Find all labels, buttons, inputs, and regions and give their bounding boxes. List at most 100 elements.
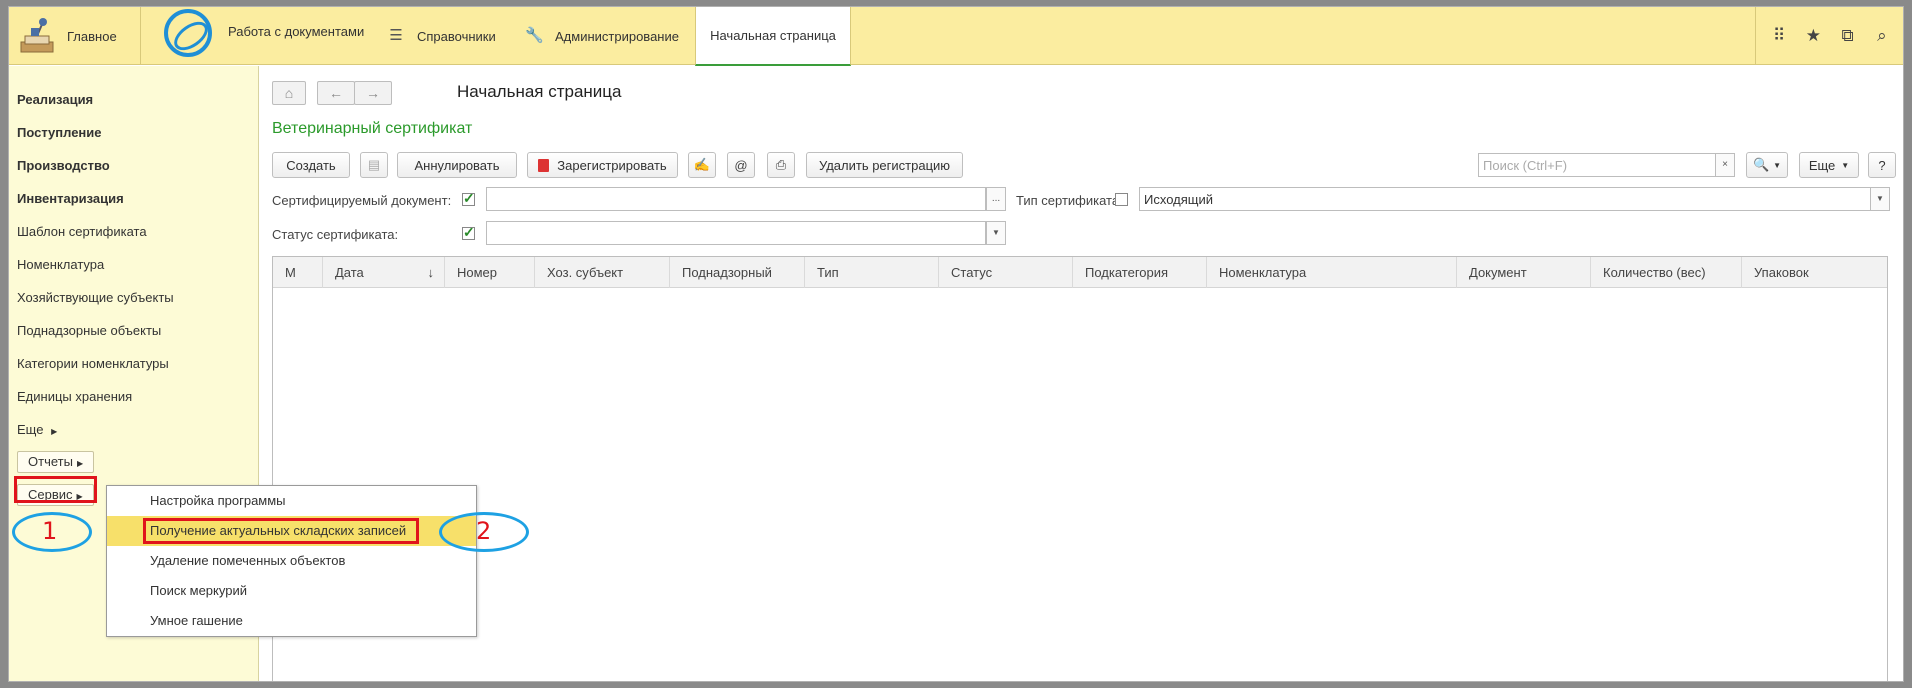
reports-label: Отчеты xyxy=(28,454,73,469)
sidebar-item-more[interactable]: Еще ▶ xyxy=(17,422,57,437)
status-filter-checkbox[interactable] xyxy=(462,224,475,241)
chevron-down-icon: ▼ xyxy=(1841,160,1850,170)
status-filter-input[interactable] xyxy=(486,221,986,245)
documents-logo-icon xyxy=(164,9,212,57)
search-icon[interactable]: ⌕ xyxy=(1868,26,1896,46)
sidebar-item-nomenclature[interactable]: Номенклатура xyxy=(17,257,104,272)
sidebar-item-receipts[interactable]: Поступление xyxy=(17,125,102,140)
register-button[interactable]: Зарегистрировать xyxy=(527,152,678,178)
tab-home-page-label: Начальная страница xyxy=(710,28,836,43)
service-highlight-box xyxy=(14,476,97,503)
col-subcategory[interactable]: Подкатегория xyxy=(1073,257,1207,288)
type-filter-dropdown[interactable]: ▼ xyxy=(1870,187,1890,211)
print-button[interactable]: ⎙ xyxy=(767,152,795,178)
doc-filter-select-button[interactable]: ... xyxy=(986,187,1006,211)
status-filter-dropdown[interactable]: ▼ xyxy=(986,221,1006,245)
apps-grid-icon[interactable]: ⠿ xyxy=(1765,26,1793,46)
printer-icon: ⎙ xyxy=(775,157,787,172)
triangle-right-icon: ▶ xyxy=(76,459,84,468)
col-nomenclature[interactable]: Номенклатура xyxy=(1207,257,1457,288)
doc-filter-checkbox[interactable] xyxy=(462,190,475,207)
col-status[interactable]: Статус xyxy=(939,257,1073,288)
section-main-label: Главное xyxy=(67,28,117,44)
chevron-down-icon: ▼ xyxy=(1876,194,1884,203)
clear-search-button[interactable]: × xyxy=(1715,153,1735,177)
col-packages[interactable]: Упаковок xyxy=(1742,257,1889,288)
col-quantity[interactable]: Количество (вес) xyxy=(1591,257,1742,288)
search-input[interactable]: Поиск (Ctrl+F) xyxy=(1478,153,1716,177)
type-filter-input[interactable]: Исходящий xyxy=(1139,187,1871,211)
status-filter-label: Статус сертификата: xyxy=(272,227,399,242)
section-documents[interactable]: Работа с документами xyxy=(152,7,377,65)
table-header: М Дата ↓ Номер Хоз. субъект Поднадзорный… xyxy=(273,257,1887,288)
forward-button[interactable]: → xyxy=(354,81,392,105)
doc-filter-input[interactable] xyxy=(486,187,986,211)
section-references-label: Справочники xyxy=(417,28,496,44)
top-bar: Главное Работа с документами ☰ Справочни… xyxy=(9,7,1903,66)
chevron-down-icon: ▼ xyxy=(992,228,1000,237)
more-button[interactable]: Еще ▼ xyxy=(1799,152,1859,178)
annotation-number-2: 2 xyxy=(476,517,492,545)
back-button[interactable]: ← xyxy=(317,81,355,105)
col-business-entity[interactable]: Хоз. субъект xyxy=(535,257,670,288)
sidebar-item-certificate-template[interactable]: Шаблон сертификата xyxy=(17,224,147,239)
col-type[interactable]: Тип xyxy=(805,257,939,288)
delete-registration-button[interactable]: Удалить регистрацию xyxy=(806,152,963,178)
sidebar-item-business-entities[interactable]: Хозяйствующие субъекты xyxy=(17,290,174,305)
star-icon[interactable]: ★ xyxy=(1799,26,1827,46)
help-button[interactable]: ? xyxy=(1868,152,1896,178)
section-references[interactable]: ☰ Справочники xyxy=(387,7,525,65)
sidebar-item-nomenclature-categories[interactable]: Категории номенклатуры xyxy=(17,356,169,371)
col-document[interactable]: Документ xyxy=(1457,257,1591,288)
sidebar-more-label: Еще xyxy=(17,422,44,437)
menu-item-get-warehouse-records[interactable]: Получение актуальных складских записей xyxy=(107,516,476,546)
annul-button[interactable]: Аннулировать xyxy=(397,152,517,178)
top-right-tools: ⠿ ★ ⧉ ⌕ xyxy=(1755,7,1903,65)
sidebar-item-storage-units[interactable]: Единицы хранения xyxy=(17,389,132,404)
sign-button[interactable]: ✍ xyxy=(688,152,716,178)
home-icon: ⌂ xyxy=(284,85,294,101)
close-icon: × xyxy=(1722,159,1728,170)
highlight-box xyxy=(143,518,419,544)
reports-button[interactable]: Отчеты ▶ xyxy=(17,451,95,473)
pen-icon: ✍ xyxy=(693,157,711,172)
section-administration-label: Администрирование xyxy=(555,28,679,44)
tab-home-page[interactable]: Начальная страница xyxy=(695,7,851,66)
menu-item-delete-marked[interactable]: Удаление помеченных объектов xyxy=(107,546,476,576)
sidebar-item-production[interactable]: Производство xyxy=(17,158,110,173)
type-filter-checkbox[interactable] xyxy=(1115,193,1128,206)
email-button[interactable]: @ xyxy=(727,152,755,178)
col-date-label: Дата xyxy=(335,265,364,280)
home-nav-button[interactable]: ⌂ xyxy=(272,81,306,105)
history-icon[interactable]: ⧉ xyxy=(1834,26,1862,46)
menu-item-mercury-search[interactable]: Поиск меркурий xyxy=(107,576,476,606)
sidebar-item-sales[interactable]: Реализация xyxy=(17,92,93,107)
copy-button[interactable]: ▤ xyxy=(360,152,388,178)
wrench-icon: 🔧 xyxy=(525,27,544,44)
create-button[interactable]: Создать xyxy=(272,152,350,178)
col-supervised[interactable]: Поднадзорный xyxy=(670,257,805,288)
section-administration[interactable]: 🔧 Администрирование xyxy=(525,7,695,65)
register-icon xyxy=(538,158,550,172)
section-main[interactable]: Главное xyxy=(9,7,141,65)
form-title: Ветеринарный сертификат xyxy=(272,120,473,137)
col-mark[interactable]: М xyxy=(273,257,323,288)
page-title: Начальная страница xyxy=(457,82,622,101)
service-menu: Настройка программы Получение актуальных… xyxy=(106,485,477,637)
triangle-right-icon: ▶ xyxy=(51,427,58,436)
sidebar-item-supervised-objects[interactable]: Поднадзорные объекты xyxy=(17,323,161,338)
menu-item-smart-repayment[interactable]: Умное гашение xyxy=(107,606,476,636)
col-number[interactable]: Номер xyxy=(445,257,535,288)
annotation-number-1: 1 xyxy=(42,517,58,545)
sidebar-item-inventory[interactable]: Инвентаризация xyxy=(17,191,124,206)
main-logo-icon xyxy=(17,16,57,56)
copy-icon: ▤ xyxy=(367,157,381,172)
register-label: Зарегистрировать xyxy=(557,157,667,173)
chevron-down-icon: ▼ xyxy=(1773,160,1782,170)
col-date[interactable]: Дата ↓ xyxy=(323,257,445,288)
search-options-button[interactable]: 🔍 ▼ xyxy=(1746,152,1788,178)
arrow-right-icon: → xyxy=(366,85,380,101)
sort-down-icon: ↓ xyxy=(427,265,435,280)
menu-item-settings[interactable]: Настройка программы xyxy=(107,486,476,516)
certificates-table[interactable]: М Дата ↓ Номер Хоз. субъект Поднадзорный… xyxy=(272,256,1888,681)
